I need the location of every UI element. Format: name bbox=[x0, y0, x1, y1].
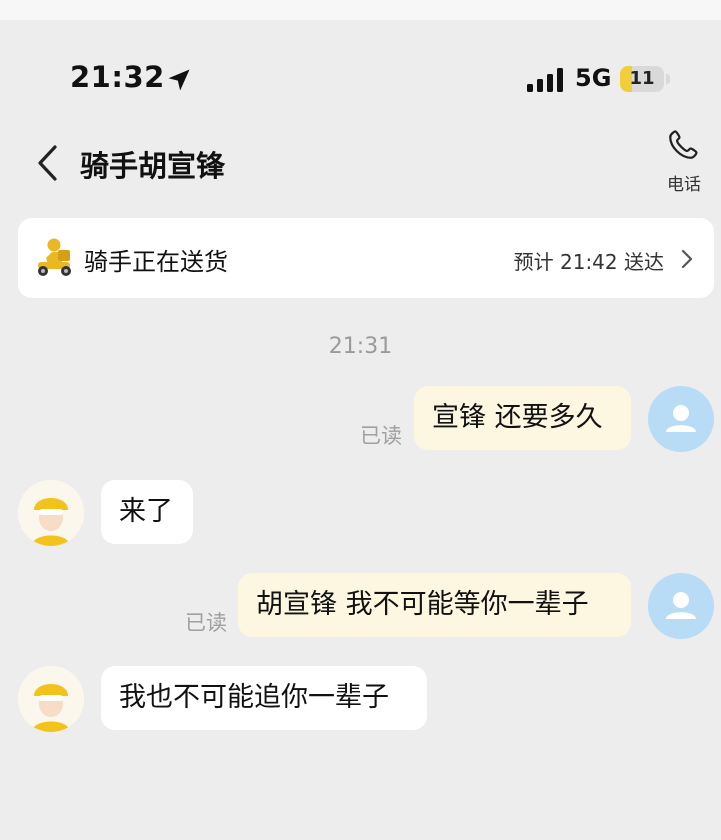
signal-icon bbox=[527, 68, 563, 92]
battery-indicator: 11 bbox=[620, 66, 664, 92]
chat-title: 骑手胡宣锋 bbox=[80, 149, 226, 183]
battery-label: 11 bbox=[629, 68, 655, 89]
phone-icon bbox=[669, 130, 698, 159]
call-button[interactable]: 电话 bbox=[656, 128, 712, 195]
call-label: 电话 bbox=[667, 175, 701, 195]
rider-avatar[interactable] bbox=[18, 480, 84, 546]
user-avatar[interactable] bbox=[648, 573, 714, 639]
message-bubble-outgoing[interactable]: 胡宣锋 我不可能等你一辈子 bbox=[238, 573, 631, 637]
rider-avatar[interactable] bbox=[18, 666, 84, 732]
back-icon[interactable] bbox=[34, 143, 60, 183]
message-bubble-incoming[interactable]: 来了 bbox=[101, 480, 193, 544]
rider-avatar-icon bbox=[18, 666, 84, 732]
user-avatar-icon bbox=[666, 592, 696, 619]
battery-cap bbox=[666, 74, 670, 84]
chat-timestamp: 21:31 bbox=[328, 334, 393, 359]
top-strip bbox=[0, 0, 721, 20]
delivery-status-card[interactable]: 骑手正在送货 预计 21:42 送达 bbox=[18, 218, 714, 298]
delivery-status: 骑手正在送货 bbox=[84, 248, 228, 276]
chevron-right-icon bbox=[681, 249, 693, 269]
user-avatar-icon bbox=[666, 405, 696, 432]
network-label: 5G bbox=[575, 64, 612, 92]
read-receipt: 已读 bbox=[185, 611, 227, 635]
user-avatar[interactable] bbox=[648, 386, 714, 452]
scooter-icon bbox=[38, 238, 71, 276]
message-bubble-incoming[interactable]: 我也不可能追你一辈子 bbox=[101, 666, 427, 730]
status-time: 21:32 bbox=[70, 60, 165, 94]
message-bubble-outgoing[interactable]: 宣锋 还要多久 bbox=[414, 386, 631, 450]
read-receipt: 已读 bbox=[360, 424, 402, 448]
rider-avatar-icon bbox=[18, 480, 84, 546]
location-arrow-icon bbox=[168, 69, 190, 91]
delivery-eta: 预计 21:42 送达 bbox=[513, 250, 664, 274]
